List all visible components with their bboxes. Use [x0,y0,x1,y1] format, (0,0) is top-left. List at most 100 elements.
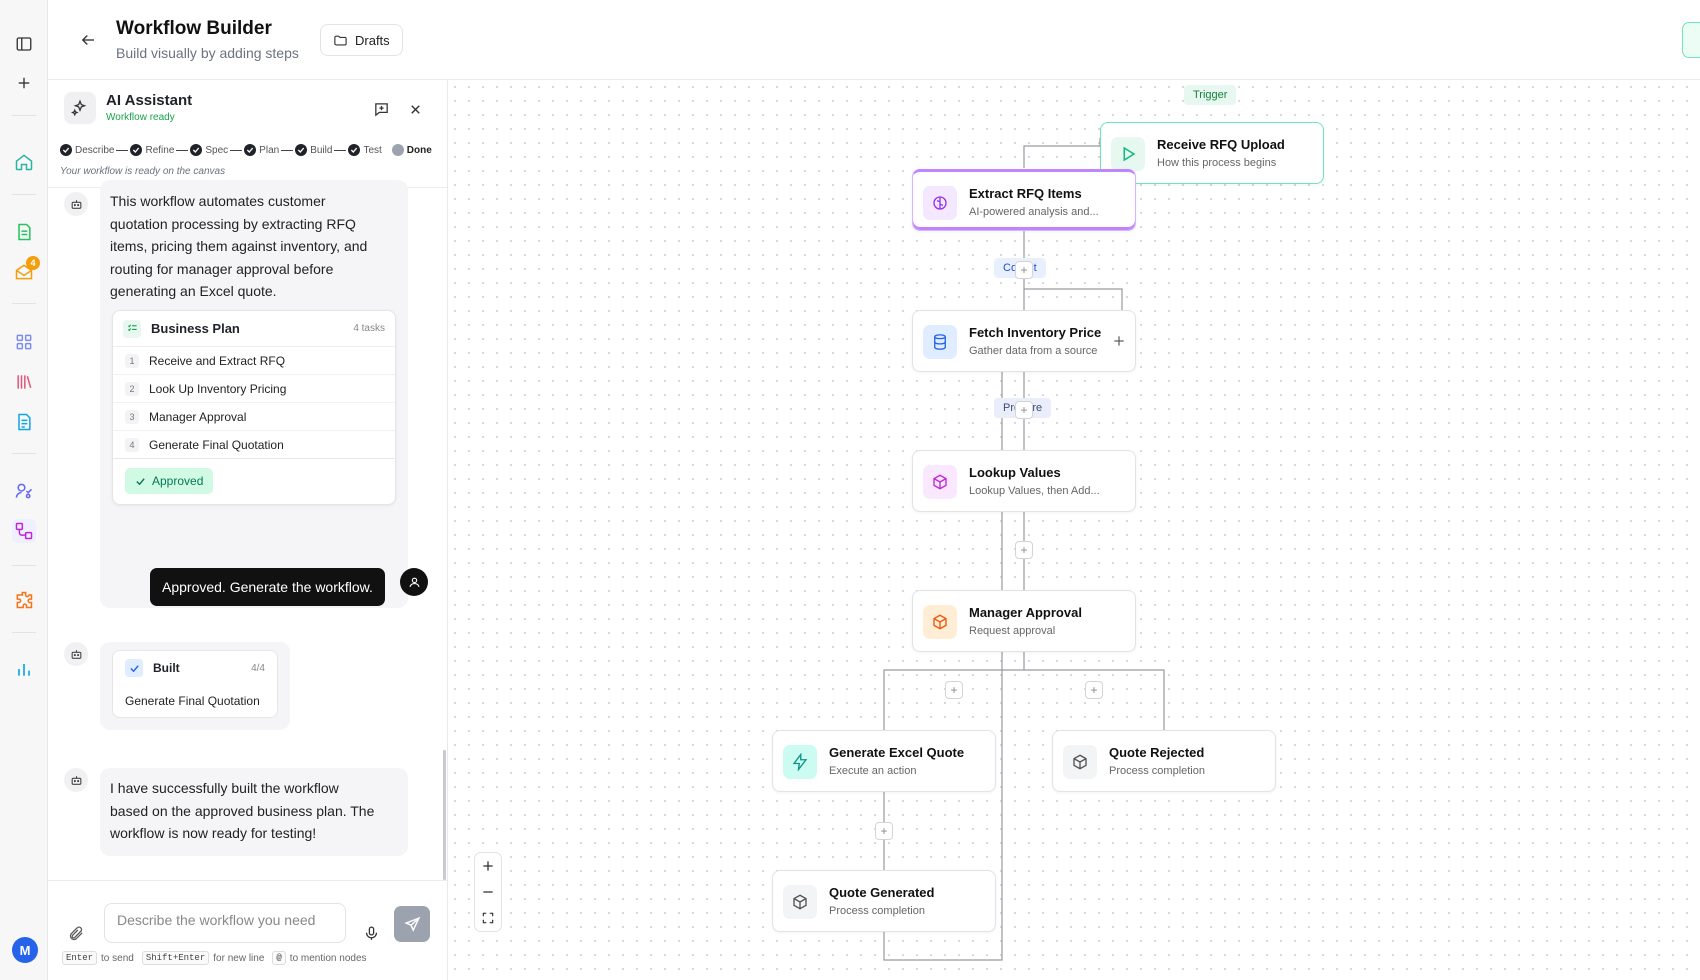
library-icon[interactable] [12,370,36,394]
plan-task: 3 Manager Approval [113,403,395,431]
plan-task: 2 Look Up Inventory Pricing [113,375,395,403]
document-icon[interactable] [12,220,36,244]
step-connector [334,149,347,151]
box-icon [1063,745,1097,779]
list-check-icon [123,319,141,338]
assistant-message-built: Built 4/4 Generate Final Quotation [100,642,290,730]
step-refine: Refine [130,144,174,156]
box-icon [923,605,957,639]
zoom-out-icon[interactable] [475,879,501,905]
step-connector [116,149,129,151]
kbd-shift-enter: Shift+Enter [141,951,210,965]
approved-label: Approved [152,474,204,488]
check-icon [348,144,361,156]
plus-icon[interactable] [12,71,36,95]
node-title: Lookup Values [969,465,1061,480]
close-icon[interactable] [404,98,426,120]
home-icon[interactable] [12,150,36,174]
check-icon [190,144,203,156]
drafts-label: Drafts [355,32,390,48]
check-icon [295,144,308,156]
kbd-enter: Enter [62,951,98,965]
node-subtitle: Process completion [1109,765,1205,777]
workflow-canvas[interactable]: Trigger Collect Prepare + + + + + + Rece… [448,80,1700,980]
edge-collect-branch [1024,288,1123,312]
rail-divider [12,303,36,304]
add-branch-icon[interactable] [1109,331,1129,351]
new-chat-icon[interactable] [370,98,392,120]
box-icon [783,885,817,919]
box-icon [923,465,957,499]
chat-scrollbar[interactable] [443,750,446,880]
node-quote-generated[interactable]: Quote Generated Process completion [772,870,996,932]
header-action-button[interactable] [1682,22,1700,58]
built-item: Generate Final Quotation [125,694,260,708]
assistant-status: Workflow ready [106,112,175,123]
node-subtitle: How this process begins [1157,157,1277,169]
assistant-title: AI Assistant [106,92,193,109]
step-spec: Spec [190,144,228,156]
step-connector [230,149,243,151]
node-quote-rejected[interactable]: Quote Rejected Process completion [1052,730,1276,792]
kbd-at: @ [272,951,286,965]
rail-divider [12,115,36,116]
hint-text: for new line [213,952,265,964]
bot-avatar-icon [64,642,88,666]
step-label: Plan [259,144,280,156]
built-title: Built [153,661,180,675]
rail-divider [12,194,36,195]
analytics-icon[interactable] [12,657,36,681]
plan-title: Business Plan [151,321,240,336]
add-step-button[interactable]: + [875,822,893,840]
add-step-button[interactable]: + [1015,541,1033,559]
grid-icon[interactable] [12,330,36,354]
notes-icon[interactable] [12,410,36,434]
puzzle-icon[interactable] [12,588,36,612]
plan-count: 4 tasks [353,323,385,334]
step-done: Done [391,144,432,156]
back-arrow-icon[interactable] [76,28,100,52]
drafts-button[interactable]: Drafts [320,24,403,56]
step-label: Spec [205,144,229,156]
node-extract-rfq-items[interactable]: Extract RFQ Items AI-powered analysis an… [912,169,1136,231]
hint-text: to mention nodes [289,952,367,964]
fit-view-icon[interactable] [475,905,501,931]
check-icon [125,659,143,677]
add-step-button[interactable]: + [1015,261,1033,279]
add-step-button[interactable]: + [1015,401,1033,419]
task-label: Generate Final Quotation [149,437,284,452]
node-subtitle: AI-powered analysis and... [969,206,1099,218]
business-plan-card: Business Plan 4 tasks 1 Receive and Extra… [112,310,396,505]
add-step-button[interactable]: + [945,681,963,699]
step-label: Refine [145,144,175,156]
task-label: Look Up Inventory Pricing [149,381,287,396]
node-lookup-values[interactable]: Lookup Values Lookup Values, then Add... [912,450,1136,512]
assistant-message-final: I have successfully built the workflow b… [100,768,408,856]
edge-trigger-extract [1023,138,1101,168]
node-title: Fetch Inventory Prices [969,325,1101,340]
add-step-button[interactable]: + [1085,681,1103,699]
workflow-icon[interactable] [12,519,36,543]
user-avatar[interactable]: M [12,937,38,963]
microphone-icon[interactable] [361,923,381,943]
step-plan: Plan [244,144,279,156]
zoom-in-icon[interactable] [475,853,501,879]
node-manager-approval[interactable]: Manager Approval Request approval [912,590,1136,652]
play-icon [1111,137,1145,171]
node-generate-excel-quote[interactable]: Generate Excel Quote Execute an action [772,730,996,792]
check-icon [244,144,257,156]
bot-avatar-icon [64,768,88,792]
paperclip-icon[interactable] [66,923,86,943]
node-fetch-inventory-prices[interactable]: Fetch Inventory Prices Gather data from … [912,310,1136,372]
send-button[interactable] [394,906,430,942]
inbox-icon[interactable]: 4 [12,256,40,284]
ai-agent-icon[interactable] [12,479,36,503]
hint-text: to send [101,952,134,964]
workflow-description-input[interactable] [104,903,346,943]
sidebar-toggle-icon[interactable] [12,32,36,56]
step-describe: Describe [60,144,114,156]
zoom-controls [474,852,502,932]
assistant-header: AI Assistant Workflow ready Describe Ref… [48,80,447,188]
user-avatar-icon [400,568,428,596]
check-icon [130,144,143,156]
